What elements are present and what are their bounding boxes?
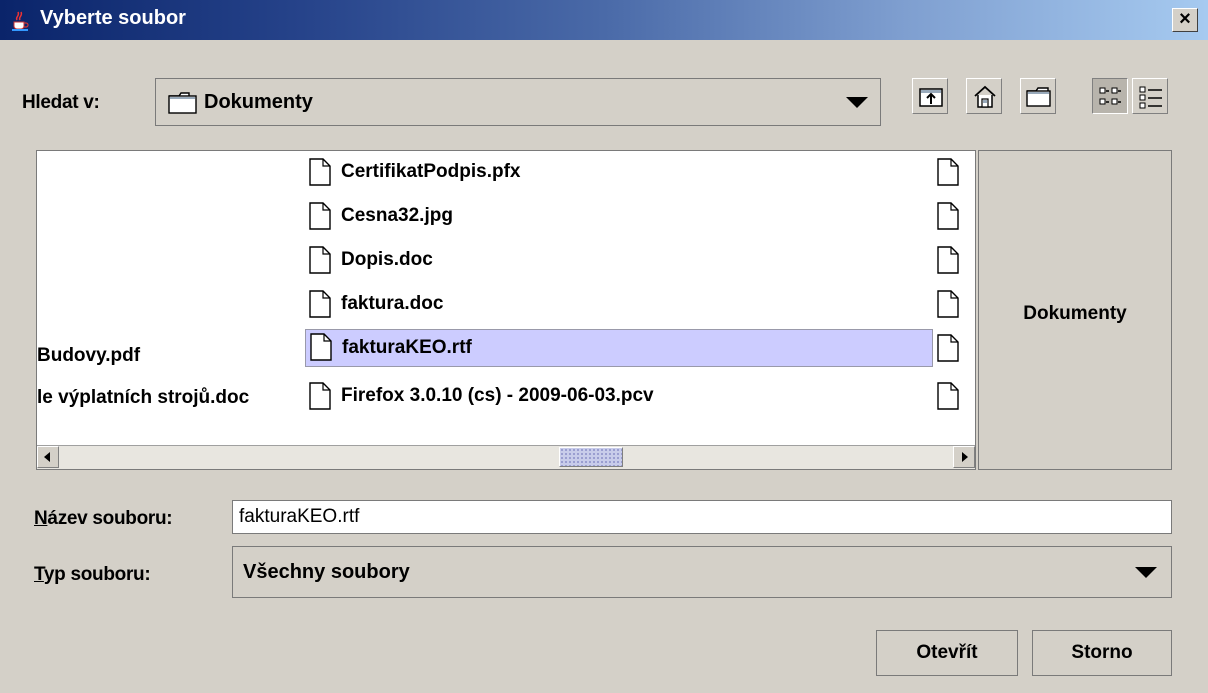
file-icon [309, 158, 331, 186]
file-icon [937, 382, 959, 410]
file-icon [937, 290, 959, 318]
filetype-value: Všechny soubory [243, 561, 410, 583]
file-icon [309, 246, 331, 274]
look-in-label: Hledat v: [22, 92, 100, 113]
list-item[interactable]: Dopis.doc [305, 243, 933, 277]
arrow-right-icon [962, 452, 968, 462]
details-view-button[interactable] [1132, 78, 1168, 114]
folder-icon [168, 92, 197, 114]
list-view-icon [1099, 87, 1121, 105]
list-view-button[interactable] [1092, 78, 1128, 114]
list-item-selected[interactable]: fakturaKEO.rtf [305, 329, 933, 367]
file-icon [937, 202, 959, 230]
places-panel[interactable]: Dokumenty [978, 150, 1172, 470]
filename-label: Název souboru: [34, 508, 173, 529]
horizontal-scrollbar[interactable] [37, 445, 975, 469]
file-name: Cesna32.jpg [341, 205, 453, 226]
list-item[interactable]: Cesna32.jpg [305, 199, 933, 233]
window-title: Vyberte soubor [40, 7, 186, 29]
file-icon [310, 333, 332, 361]
list-item[interactable]: Firefox 3.0.10 (cs) - 2009-06-03.pcv [305, 379, 933, 413]
places-item-documents[interactable]: Dokumenty [979, 303, 1171, 325]
file-icon [937, 158, 959, 186]
java-cup-icon [12, 11, 29, 31]
home-icon [974, 85, 996, 108]
cancel-button[interactable]: Storno [1032, 630, 1172, 676]
scroll-right-button[interactable] [953, 446, 975, 468]
open-button[interactable]: Otevřít [876, 630, 1018, 676]
list-item[interactable]: CertifikatPodpis.pfx [305, 155, 933, 189]
scrollbar-thumb[interactable] [559, 447, 623, 467]
file-icon [309, 202, 331, 230]
filename-field[interactable] [232, 500, 1172, 534]
close-icon: × [1179, 8, 1191, 30]
file-name: faktura.doc [341, 293, 444, 314]
file-name: CertifikatPodpis.pfx [341, 161, 521, 182]
file-name: fakturaKEO.rtf [342, 337, 472, 358]
up-one-level-icon [919, 88, 943, 107]
file-icon [309, 382, 331, 410]
file-icon [937, 246, 959, 274]
list-item[interactable]: Budovy.pdf [37, 345, 140, 367]
file-name: Dopis.doc [341, 249, 433, 270]
look-in-dropdown[interactable]: Dokumenty [155, 78, 881, 126]
file-list[interactable]: Budovy.pdf le výplatních strojů.doc Cert… [36, 150, 976, 470]
filename-input[interactable] [233, 501, 1171, 533]
new-folder-button[interactable] [1020, 78, 1056, 114]
filetype-label: Typ souboru: [34, 564, 151, 585]
list-item[interactable]: le výplatních strojů.doc [37, 387, 249, 409]
chevron-down-icon [846, 97, 868, 108]
file-icon [309, 290, 331, 318]
home-button[interactable] [966, 78, 1002, 114]
arrow-left-icon [44, 452, 50, 462]
up-one-level-button[interactable] [912, 78, 948, 114]
file-name: Firefox 3.0.10 (cs) - 2009-06-03.pcv [341, 385, 654, 406]
chevron-down-icon [1135, 567, 1157, 578]
file-icon [937, 334, 959, 362]
new-folder-icon [1026, 87, 1051, 107]
filetype-dropdown[interactable]: Všechny soubory [232, 546, 1172, 598]
scroll-left-button[interactable] [37, 446, 59, 468]
look-in-value: Dokumenty [204, 91, 313, 113]
list-item[interactable]: faktura.doc [305, 287, 933, 321]
details-view-icon [1139, 86, 1162, 109]
close-button[interactable]: × [1172, 8, 1198, 32]
title-bar: Vyberte soubor × [0, 0, 1208, 40]
